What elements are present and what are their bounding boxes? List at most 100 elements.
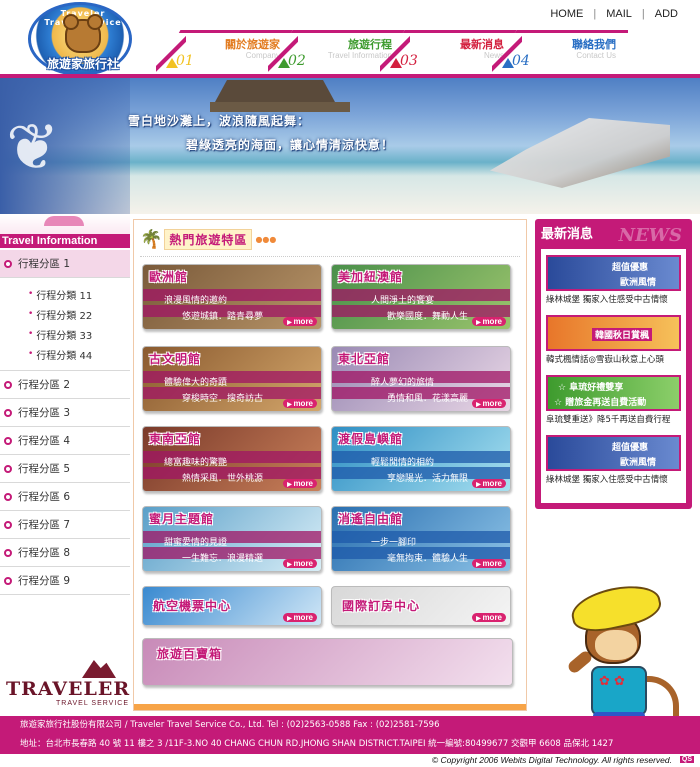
sidebar-zone-9[interactable]: 行程分區 9 bbox=[0, 567, 130, 595]
card-title: 古文明館 bbox=[149, 352, 202, 366]
sidebar-zone-7[interactable]: 行程分區 7 bbox=[0, 511, 130, 539]
card-title: 國際訂房中心 bbox=[342, 599, 421, 613]
tab-number: 01 bbox=[176, 53, 194, 69]
bullet-icon bbox=[4, 437, 12, 445]
news-item[interactable]: ☆ 阜琉好禮雙享 ☆ 贈旅金再送自費活動 阜琉雙重送》降5千再送自費行程 bbox=[546, 375, 681, 429]
news-caption: 韓式楓情話◎雪嶽山秋意上心頭 bbox=[546, 355, 664, 365]
sidebar-zone-2[interactable]: 行程分區 2 bbox=[0, 371, 130, 399]
zone-card-3[interactable]: 古文明館體驗偉大的奇蹟穿梭時空．搜奇訪古more bbox=[142, 346, 322, 412]
more-button[interactable]: more bbox=[283, 317, 317, 326]
sidebar-zone-label: 行程分區 8 bbox=[18, 547, 71, 559]
sidebar-zone-label: 行程分區 9 bbox=[18, 575, 71, 587]
more-button[interactable]: more bbox=[283, 559, 317, 568]
news-image-text: 歐洲風情 bbox=[620, 278, 657, 288]
news-image: ☆ 阜琉好禮雙享 ☆ 贈旅金再送自費活動 bbox=[546, 375, 681, 411]
footer-address-line: 地址：台北市長春路 40 號 11 樓之 3 /11F-3.NO 40 CHAN… bbox=[20, 739, 614, 749]
qs-badge[interactable]: QS bbox=[679, 756, 694, 763]
news-item[interactable]: 韓國秋日賞楓韓式楓情話◎雪嶽山秋意上心頭 bbox=[546, 315, 681, 369]
zone-card-4[interactable]: 東北亞館醉人夢幻的旅情勇情和風．花漾高麗more bbox=[331, 346, 511, 412]
zone-card-6[interactable]: 渡假島嶼館輕鬆閒情的相約享戀陽光．活力無限more bbox=[331, 426, 511, 492]
sidebar-zone-label: 行程分區 4 bbox=[18, 435, 71, 447]
sidebar-title: Travel Information bbox=[0, 234, 130, 248]
panel-bottom-stripe bbox=[134, 704, 526, 710]
bullet-icon bbox=[4, 381, 12, 389]
sidebar-zone-1[interactable]: 行程分區 1 bbox=[0, 250, 130, 278]
sidebar-zone-3[interactable]: 行程分區 3 bbox=[0, 399, 130, 427]
card-title: 東北亞館 bbox=[338, 352, 391, 366]
zone-card-10[interactable]: 國際訂房中心 more bbox=[331, 586, 511, 626]
banner-line-1: 雪白地沙灘上，波浪隨風起舞： bbox=[128, 114, 311, 128]
traveler-logo-subtext: TRAVEL SERVICE bbox=[56, 700, 130, 707]
overwater-hut-image bbox=[215, 80, 335, 102]
news-image-text: 歐洲風情 bbox=[620, 458, 657, 468]
home-link[interactable]: HOME bbox=[540, 8, 593, 20]
more-button[interactable]: more bbox=[472, 559, 506, 568]
traveler-logo-text: TRAVELER bbox=[6, 678, 131, 700]
zone-card-1[interactable]: 歐洲館浪漫風情的邀約悠遊城鎮．踏青尋夢more bbox=[142, 264, 322, 330]
news-panel: 最新消息 NEWS 超值優惠 歐洲風情 綠林城堡 獨家入住感受中古情懷 韓國秋日賞楓韓… bbox=[535, 219, 692, 509]
mascot-shirt bbox=[591, 666, 647, 716]
news-item[interactable]: 超值優惠 歐洲風情 綠林城堡 獨家入住感受中古情懷 bbox=[546, 255, 681, 309]
card-title: 消遙自由館 bbox=[338, 512, 404, 526]
tab-label: 聯絡我們 bbox=[572, 38, 616, 51]
banner-line-2: 碧綠透亮的海面，讓心情清涼快意！ bbox=[186, 138, 395, 152]
footer: 旅遊家旅行社股份有限公司 / Traveler Travel Service C… bbox=[0, 716, 700, 767]
tab-number: 03 bbox=[400, 53, 418, 69]
hot-zones-panel: 🌴 熱門旅遊特區 ●●● 歐洲館浪漫風情的邀約悠遊城鎮．踏青尋夢more美加紐澳… bbox=[133, 219, 527, 711]
traveler-logo[interactable]: TRAVELER TRAVEL SERVICE bbox=[0, 660, 130, 714]
zone-card-9[interactable]: 航空機票中心 more bbox=[142, 586, 322, 626]
sidebar-subitem[interactable]: 行程分類 11 bbox=[0, 284, 130, 304]
tab-sublabel: Contact Us bbox=[576, 51, 616, 60]
sidebar-subitem[interactable]: 行程分類 33 bbox=[0, 324, 130, 344]
sidebar-zone-8[interactable]: 行程分區 8 bbox=[0, 539, 130, 567]
more-button[interactable]: more bbox=[283, 399, 317, 408]
bear-mascot-icon bbox=[63, 14, 103, 53]
panel-header: 🌴 熱門旅遊特區 ●●● bbox=[140, 224, 276, 254]
card-line-2: 享戀陽光．活力無限 bbox=[387, 474, 469, 484]
bullet-icon bbox=[4, 549, 12, 557]
news-caption: 綠林城堡 獨家入住感受中古情懷 bbox=[546, 295, 668, 305]
more-button[interactable]: more bbox=[283, 613, 317, 622]
more-button[interactable]: more bbox=[472, 317, 506, 326]
card-line-2: 毫無拘束．體驗人生 bbox=[387, 554, 469, 564]
add-link[interactable]: ADD bbox=[645, 8, 688, 20]
tab-number: 04 bbox=[512, 53, 530, 69]
sidebar-zone-4[interactable]: 行程分區 4 bbox=[0, 427, 130, 455]
nav-tab-4[interactable]: 04 聯絡我們 Contact Us bbox=[492, 30, 628, 74]
sidebar-zone-5[interactable]: 行程分區 5 bbox=[0, 455, 130, 483]
sidebar-zone-6[interactable]: 行程分區 6 bbox=[0, 483, 130, 511]
zone-card-8[interactable]: 消遙自由館一步一腳印毫無拘束．體驗人生more bbox=[331, 506, 511, 572]
zone-card-11[interactable]: 旅遊百寶箱 bbox=[142, 638, 513, 686]
bullet-icon bbox=[4, 465, 12, 473]
more-button[interactable]: more bbox=[472, 479, 506, 488]
mail-link[interactable]: MAIL bbox=[596, 8, 642, 20]
card-line-2: 悠遊城鎮．踏青尋夢 bbox=[182, 312, 264, 322]
divider bbox=[140, 256, 520, 257]
card-title: 歐洲館 bbox=[149, 270, 189, 284]
more-button[interactable]: more bbox=[472, 399, 506, 408]
card-line-2: 一生難忘．浪漫精選 bbox=[182, 554, 264, 564]
palm-tree-icon: 🌴 bbox=[140, 228, 163, 250]
sidebar-subitem[interactable]: 行程分類 44 bbox=[0, 344, 130, 364]
sidebar-menu: 行程分區 1 行程分類 11 行程分類 22 行程分類 33 行程分類 44 行… bbox=[0, 250, 130, 595]
news-caption: 綠林城堡 獨家入住感受中古情懷 bbox=[546, 475, 668, 485]
more-button[interactable]: more bbox=[472, 613, 506, 622]
news-title: 最新消息 bbox=[541, 227, 594, 242]
bullet-icon bbox=[4, 493, 12, 501]
news-item[interactable]: 超值優惠 歐洲風情 綠林城堡 獨家入住感受中古情懷 bbox=[546, 435, 681, 489]
footer-company-line: 旅遊家旅行社股份有限公司 / Traveler Travel Service C… bbox=[20, 720, 440, 730]
zone-card-2[interactable]: 美加紐澳館人間淨土的饗宴歡樂國度．舞動人生more bbox=[331, 264, 511, 330]
company-logo[interactable]: Traveler Travel Service 旅遊家旅行社 bbox=[28, 2, 132, 76]
mountain-icon bbox=[82, 660, 116, 678]
sidebar-submenu: 行程分類 11 行程分類 22 行程分類 33 行程分類 44 bbox=[0, 278, 130, 371]
sidebar-subitem[interactable]: 行程分類 22 bbox=[0, 304, 130, 324]
news-image-text: 韓國秋日賞楓 bbox=[592, 328, 653, 341]
zone-card-7[interactable]: 蜜月主題館甜蜜愛情的見證一生難忘．浪漫精選more bbox=[142, 506, 322, 572]
beach-lounger-image bbox=[490, 118, 670, 188]
more-button[interactable]: more bbox=[283, 479, 317, 488]
card-title: 航空機票中心 bbox=[153, 599, 232, 613]
zone-card-5[interactable]: 東南亞館總富趣味的驚艷熱情采風．世外桃源more bbox=[142, 426, 322, 492]
logo-text: 旅遊家旅行社 bbox=[46, 57, 119, 71]
bullet-icon bbox=[4, 521, 12, 529]
news-image: 韓國秋日賞楓 bbox=[546, 315, 681, 351]
